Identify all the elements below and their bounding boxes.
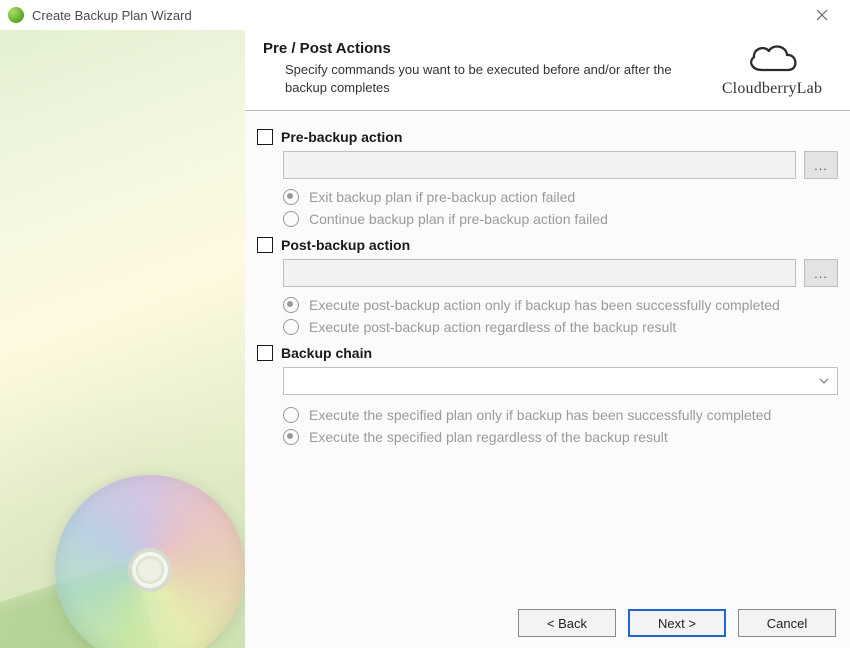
pre-backup-checkbox[interactable] xyxy=(257,129,273,145)
radio-icon xyxy=(283,189,299,205)
wizard-window: Create Backup Plan Wizard Pre / Post Act… xyxy=(0,0,850,648)
pre-backup-label: Pre-backup action xyxy=(281,129,402,145)
ellipsis-icon: ... xyxy=(814,266,828,281)
radio-icon xyxy=(283,319,299,335)
radio-icon xyxy=(283,211,299,227)
backup-chain-label: Backup chain xyxy=(281,345,372,361)
post-backup-opt-regardless[interactable]: Execute post-backup action regardless of… xyxy=(283,319,838,335)
radio-icon xyxy=(283,429,299,445)
section-pre-backup: Pre-backup action ... Exit backup plan i… xyxy=(257,129,838,227)
page-subtitle: Specify commands you want to be executed… xyxy=(285,61,712,96)
brand-name: CloudberryLab xyxy=(712,80,832,98)
chevron-down-icon xyxy=(819,378,829,384)
pre-backup-opt-continue-label: Continue backup plan if pre-backup actio… xyxy=(309,211,608,227)
wizard-main: Pre / Post Actions Specify commands you … xyxy=(245,30,850,648)
close-icon xyxy=(816,9,828,21)
close-button[interactable] xyxy=(802,0,842,30)
ellipsis-icon: ... xyxy=(814,158,828,173)
post-backup-label: Post-backup action xyxy=(281,237,410,253)
pre-backup-opt-exit[interactable]: Exit backup plan if pre-backup action fa… xyxy=(283,189,838,205)
section-post-backup: Post-backup action ... Execute post-back… xyxy=(257,237,838,335)
radio-icon xyxy=(283,407,299,423)
pre-backup-input[interactable] xyxy=(283,151,796,179)
cloud-icon xyxy=(742,40,802,78)
pre-backup-opt-continue[interactable]: Continue backup plan if pre-backup actio… xyxy=(283,211,838,227)
app-icon xyxy=(8,7,24,23)
backup-chain-select[interactable] xyxy=(283,367,838,395)
wizard-content: Pre-backup action ... Exit backup plan i… xyxy=(245,111,850,597)
post-backup-opt-regardless-label: Execute post-backup action regardless of… xyxy=(309,319,676,335)
post-backup-browse-button[interactable]: ... xyxy=(804,259,838,287)
backup-chain-opt-regardless-label: Execute the specified plan regardless of… xyxy=(309,429,668,445)
pre-backup-opt-exit-label: Exit backup plan if pre-backup action fa… xyxy=(309,189,575,205)
wizard-footer: < Back Next > Cancel xyxy=(245,597,850,648)
post-backup-checkbox[interactable] xyxy=(257,237,273,253)
pre-backup-browse-button[interactable]: ... xyxy=(804,151,838,179)
next-button[interactable]: Next > xyxy=(628,609,726,637)
backup-chain-opt-only-success[interactable]: Execute the specified plan only if backu… xyxy=(283,407,838,423)
brand: CloudberryLab xyxy=(712,40,832,98)
backup-chain-checkbox[interactable] xyxy=(257,345,273,361)
sidebar-decor-disc xyxy=(55,475,245,648)
wizard-sidebar xyxy=(0,30,245,648)
post-backup-opt-only-success[interactable]: Execute post-backup action only if backu… xyxy=(283,297,838,313)
post-backup-opt-only-success-label: Execute post-backup action only if backu… xyxy=(309,297,780,313)
titlebar: Create Backup Plan Wizard xyxy=(0,0,850,30)
backup-chain-opt-only-success-label: Execute the specified plan only if backu… xyxy=(309,407,771,423)
page-title: Pre / Post Actions xyxy=(263,40,712,57)
backup-chain-opt-regardless[interactable]: Execute the specified plan regardless of… xyxy=(283,429,838,445)
radio-icon xyxy=(283,297,299,313)
cancel-button[interactable]: Cancel xyxy=(738,609,836,637)
back-button[interactable]: < Back xyxy=(518,609,616,637)
section-backup-chain: Backup chain xyxy=(257,345,838,445)
wizard-header: Pre / Post Actions Specify commands you … xyxy=(245,30,850,111)
post-backup-input[interactable] xyxy=(283,259,796,287)
window-title: Create Backup Plan Wizard xyxy=(32,8,802,23)
